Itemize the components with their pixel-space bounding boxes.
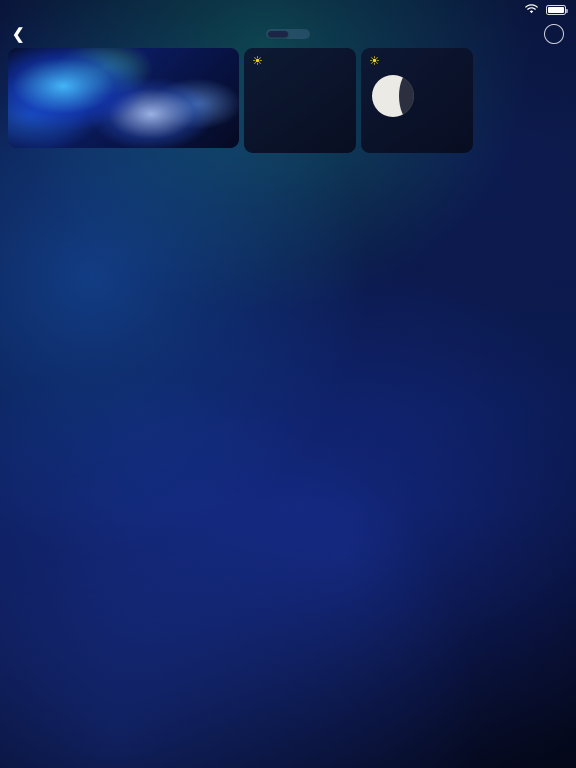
battery-icon (546, 5, 568, 15)
more-options-button[interactable] (544, 24, 564, 44)
dashboard-grid (0, 48, 576, 613)
chevron-left-icon: ❮ (12, 25, 25, 43)
segmented-control[interactable] (266, 29, 310, 39)
moon-phase-icon (372, 75, 414, 117)
coral-image (8, 48, 239, 148)
aquarium-hero-card[interactable] (8, 48, 239, 148)
tab-devices[interactable] (288, 31, 308, 37)
moon-phase-card[interactable] (361, 48, 473, 153)
tab-dashboard[interactable] (268, 31, 288, 37)
sun-icon (253, 56, 262, 67)
back-button[interactable]: ❮ (12, 27, 30, 42)
status-bar (0, 0, 576, 20)
lighting-intensities-card[interactable] (244, 48, 356, 153)
wifi-icon (525, 3, 538, 17)
sun-icon (370, 56, 379, 67)
nav-bar: ❮ (0, 20, 576, 48)
intensity-bar-chart (253, 73, 347, 125)
